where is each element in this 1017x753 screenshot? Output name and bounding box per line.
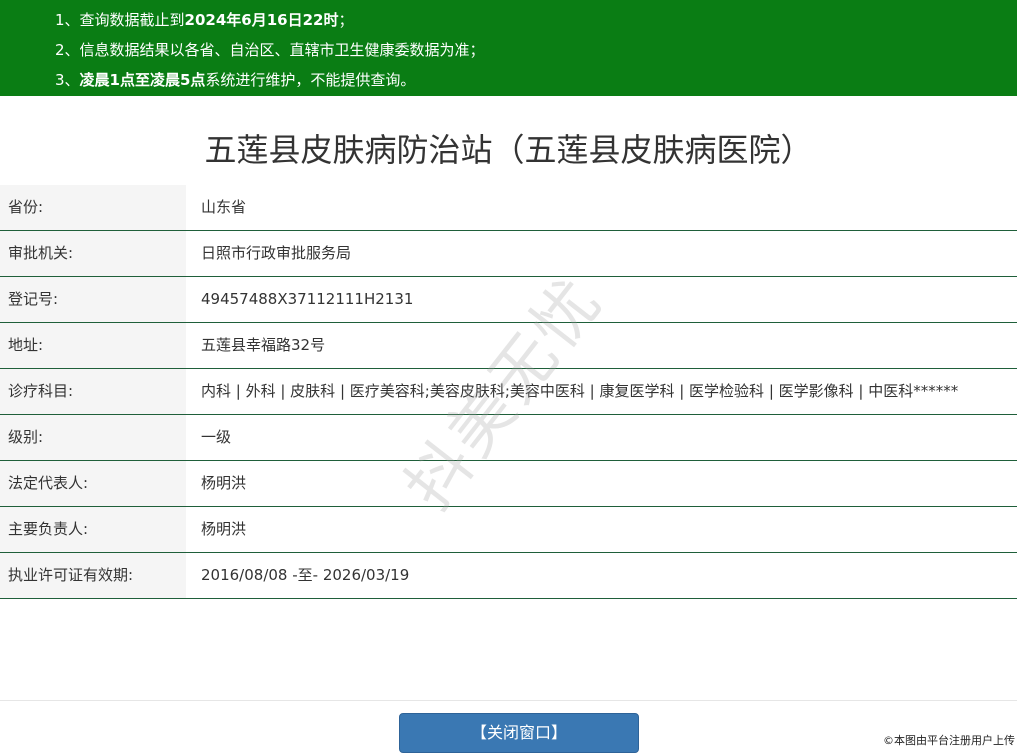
upload-credit: ©本图由平台注册用户上传 (883, 732, 1015, 748)
table-row-principal: 主要负责人: 杨明洪 (0, 507, 1017, 553)
table-row-address: 地址: 五莲县幸福路32号 (0, 323, 1017, 369)
notice-line-2: 2、信息数据结果以各省、自治区、直辖市卫生健康委数据为准； (55, 35, 1017, 65)
row-label: 省份: (0, 185, 186, 230)
table-row-level: 级别: 一级 (0, 415, 1017, 461)
info-table: 省份: 山东省 审批机关: 日照市行政审批服务局 登记号: 49457488X3… (0, 185, 1017, 599)
notice-line-1: 1、查询数据截止到2024年6月16日22时； (55, 5, 1017, 35)
row-label: 执业许可证有效期: (0, 553, 186, 598)
notice-line-3: 3、凌晨1点至凌晨5点系统进行维护，不能提供查询。 (55, 65, 1017, 95)
notice-line-1-suffix: ； (338, 11, 353, 29)
row-label: 级别: (0, 415, 186, 460)
close-window-button[interactable]: 【关闭窗口】 (399, 713, 639, 753)
row-value: 49457488X37112111H2131 (201, 277, 1017, 322)
notice-line-3-hours: 凌晨1点至凌晨5点 (80, 71, 206, 89)
page-title: 五莲县皮肤病防治站（五莲县皮肤病医院） (0, 120, 1017, 180)
row-label: 地址: (0, 323, 186, 368)
notice-line-1-prefix: 1、查询数据截止到 (55, 11, 185, 29)
row-label: 登记号: (0, 277, 186, 322)
row-value: 日照市行政审批服务局 (201, 231, 1017, 276)
table-row-departments: 诊疗科目: 内科 | 外科 | 皮肤科 | 医疗美容科;美容皮肤科;美容中医科 … (0, 369, 1017, 415)
row-value: 杨明洪 (201, 507, 1017, 552)
row-value: 杨明洪 (201, 461, 1017, 506)
table-row-license-validity: 执业许可证有效期: 2016/08/08 -至- 2026/03/19 (0, 553, 1017, 599)
row-value: 2016/08/08 -至- 2026/03/19 (201, 553, 1017, 598)
row-value: 一级 (201, 415, 1017, 460)
table-row-legal-representative: 法定代表人: 杨明洪 (0, 461, 1017, 507)
row-label: 主要负责人: (0, 507, 186, 552)
row-label: 法定代表人: (0, 461, 186, 506)
divider (0, 700, 1017, 701)
row-value: 内科 | 外科 | 皮肤科 | 医疗美容科;美容皮肤科;美容中医科 | 康复医学… (201, 369, 1017, 414)
table-row-registration-number: 登记号: 49457488X37112111H2131 (0, 277, 1017, 323)
notice-line-3-suffix: 系统进行维护，不能提供查询。 (205, 71, 415, 89)
row-label: 审批机关: (0, 231, 186, 276)
notice-line-3-prefix: 3、 (55, 71, 80, 89)
table-row-approval-authority: 审批机关: 日照市行政审批服务局 (0, 231, 1017, 277)
notice-line-2-text: 2、信息数据结果以各省、自治区、直辖市卫生健康委数据为准； (55, 41, 485, 59)
table-row-province: 省份: 山东省 (0, 185, 1017, 231)
row-label: 诊疗科目: (0, 369, 186, 414)
row-value: 五莲县幸福路32号 (201, 323, 1017, 368)
row-value: 山东省 (201, 185, 1017, 230)
notice-banner: 1、查询数据截止到2024年6月16日22时； 2、信息数据结果以各省、自治区、… (0, 0, 1017, 96)
notice-line-1-date: 2024年6月16日22时 (185, 11, 339, 29)
